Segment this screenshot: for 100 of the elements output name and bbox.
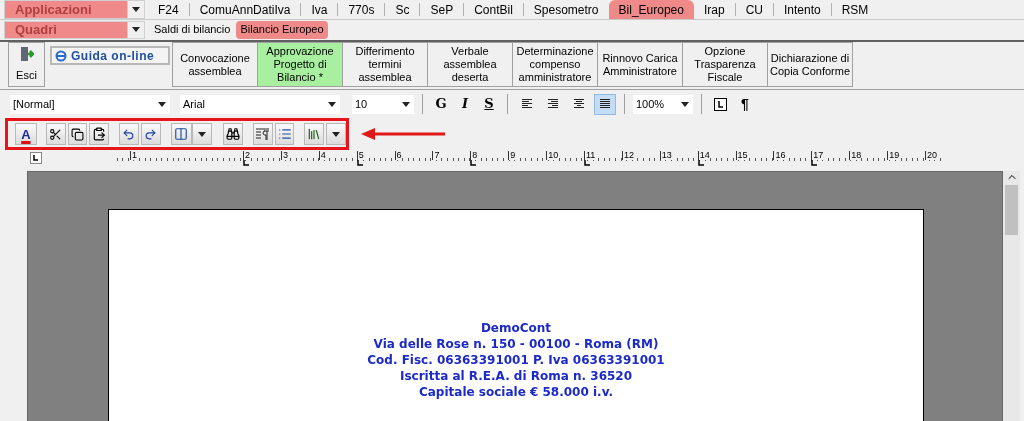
redo-button[interactable]: [140, 123, 161, 145]
app-tab[interactable]: ComuAnnDatiIva: [189, 0, 301, 19]
zoom-dropdown[interactable]: 100%: [633, 94, 693, 114]
align-left-icon: [521, 99, 533, 109]
ruler-number: 8: [470, 151, 478, 160]
columns-icon: [174, 127, 189, 141]
font-dropdown[interactable]: Arial: [180, 94, 340, 114]
style-dropdown[interactable]: [Normal]: [10, 94, 170, 114]
letterhead-line: Via delle Rose n. 150 - 00100 - Roma (RM): [373, 336, 659, 352]
ruler-number: 18: [849, 151, 862, 160]
tab-stop-icon: [356, 160, 363, 166]
undo-icon: [122, 127, 136, 141]
ruler-number: 16: [773, 151, 786, 160]
scrollbar-thumb[interactable]: [1005, 185, 1018, 235]
align-center-icon: [573, 99, 585, 109]
app-tab[interactable]: SeP: [420, 0, 464, 19]
ruler-number: 5: [356, 151, 364, 160]
paste-button[interactable]: [89, 123, 110, 145]
align-justify-icon: [599, 99, 611, 109]
ruler-number: 11: [584, 151, 596, 160]
app-tab[interactable]: Bil_Europeo: [608, 0, 694, 19]
tab-stop-icon: [584, 160, 590, 166]
help-button[interactable]: Guida on-line: [50, 46, 170, 65]
align-right-icon: [547, 99, 559, 109]
letterhead-line: Cod. Fisc. 06363391001 P. Iva 06363391001: [367, 352, 665, 368]
dropdown-caret-icon: [132, 27, 140, 32]
app-tab[interactable]: ContBil: [464, 0, 523, 19]
ruler-number: 14: [697, 151, 710, 160]
undo-button[interactable]: [119, 123, 139, 145]
quadri-tab[interactable]: Saldi di bilancio: [150, 20, 235, 39]
ruler-number: 6: [394, 151, 402, 160]
vertical-scrollbar[interactable]: [1003, 171, 1020, 421]
ruler-number: 12: [621, 151, 634, 160]
section-button[interactable]: Determinazione compenso amministratore: [512, 42, 598, 87]
ruler-number: 9: [508, 151, 516, 160]
exit-button[interactable]: Esci: [8, 42, 45, 87]
tab-stop-icon: [697, 160, 704, 166]
paste-icon: [92, 127, 107, 141]
ruler-number: 4: [318, 151, 326, 160]
font-color-button[interactable]: A: [15, 123, 37, 145]
ruler-number: 17: [811, 151, 824, 160]
section-button[interactable]: Approvazione Progetto di Bilancio *: [257, 42, 343, 87]
dropdown-caret-icon: [132, 7, 140, 12]
paragraph-lines-icon: [255, 128, 270, 140]
books-icon: [307, 127, 322, 141]
dropdown-caret-icon: [198, 131, 207, 137]
list-button[interactable]: [274, 123, 295, 145]
dropdown-caret-icon: [158, 101, 166, 107]
dropdown-caret-icon: [681, 101, 689, 107]
ruler-number: 19: [887, 151, 900, 160]
bullet-list-icon: [277, 127, 292, 141]
section-button[interactable]: Differimento termini assemblea: [342, 42, 428, 87]
pilcrow-button[interactable]: ¶: [741, 93, 749, 115]
find-button[interactable]: [223, 123, 243, 145]
app-tab[interactable]: Irap: [693, 0, 735, 19]
tab-stop-icon: [243, 160, 249, 166]
library-button[interactable]: [304, 123, 325, 145]
app-tab[interactable]: Iva: [301, 0, 338, 19]
tab-selector-icon[interactable]: [30, 152, 42, 164]
letterhead-line: Capitale sociale € 58.000 i.v.: [418, 384, 614, 400]
section-button[interactable]: Opzione Trasparenza Fiscale: [682, 42, 768, 87]
format-button[interactable]: G: [431, 94, 451, 114]
ruler-number: 7: [432, 151, 440, 160]
font-size-dropdown[interactable]: 10: [352, 94, 414, 114]
exit-door-icon: [19, 46, 34, 62]
ruler-number: 10: [546, 151, 559, 160]
dropdown-caret-icon: [328, 101, 336, 107]
app-tab[interactable]: RSM: [831, 0, 879, 19]
app-tab[interactable]: CU: [735, 0, 773, 19]
section-button[interactable]: Dichiarazione di Copia Conforme: [767, 42, 853, 87]
format-button[interactable]: S: [479, 94, 499, 114]
paragraph-button[interactable]: [252, 123, 273, 145]
tab-stop-icon[interactable]: [714, 97, 727, 111]
app-tab[interactable]: Intento: [773, 0, 831, 19]
binoculars-icon: [225, 127, 240, 141]
cut-button[interactable]: [45, 123, 66, 145]
dropdown-caret-icon: [332, 131, 341, 137]
letterhead-line: DemoCont: [480, 320, 552, 336]
app-tab[interactable]: Sc: [385, 0, 420, 19]
copy-icon: [70, 127, 84, 141]
ruler-number: 2: [243, 151, 250, 160]
app-tab[interactable]: Spesometro: [523, 0, 609, 19]
section-button[interactable]: Rinnovo Carica Amministratore: [597, 42, 683, 87]
section-button[interactable]: Convocazione assemblea: [172, 42, 258, 87]
app-tab[interactable]: F24: [148, 0, 189, 19]
dropdown-caret-icon: [402, 101, 410, 107]
ruler-number: 13: [659, 151, 672, 160]
columns-button[interactable]: [170, 123, 193, 145]
redo-icon: [144, 127, 158, 141]
ruler-number: 1: [130, 151, 137, 160]
section-button[interactable]: Verbale assemblea deserta: [427, 42, 513, 87]
align-justify-button[interactable]: [594, 93, 616, 115]
app-tab[interactable]: 770s: [338, 0, 385, 19]
copy-button[interactable]: [67, 123, 88, 145]
columns-dropdown-button[interactable]: [192, 123, 213, 145]
quadri-tab[interactable]: Bilancio Europeo: [236, 20, 328, 39]
tab-stop-icon: [470, 160, 477, 166]
format-button[interactable]: I: [455, 94, 475, 114]
library-dropdown-button[interactable]: [326, 123, 346, 145]
ruler-number: 3: [280, 151, 288, 160]
